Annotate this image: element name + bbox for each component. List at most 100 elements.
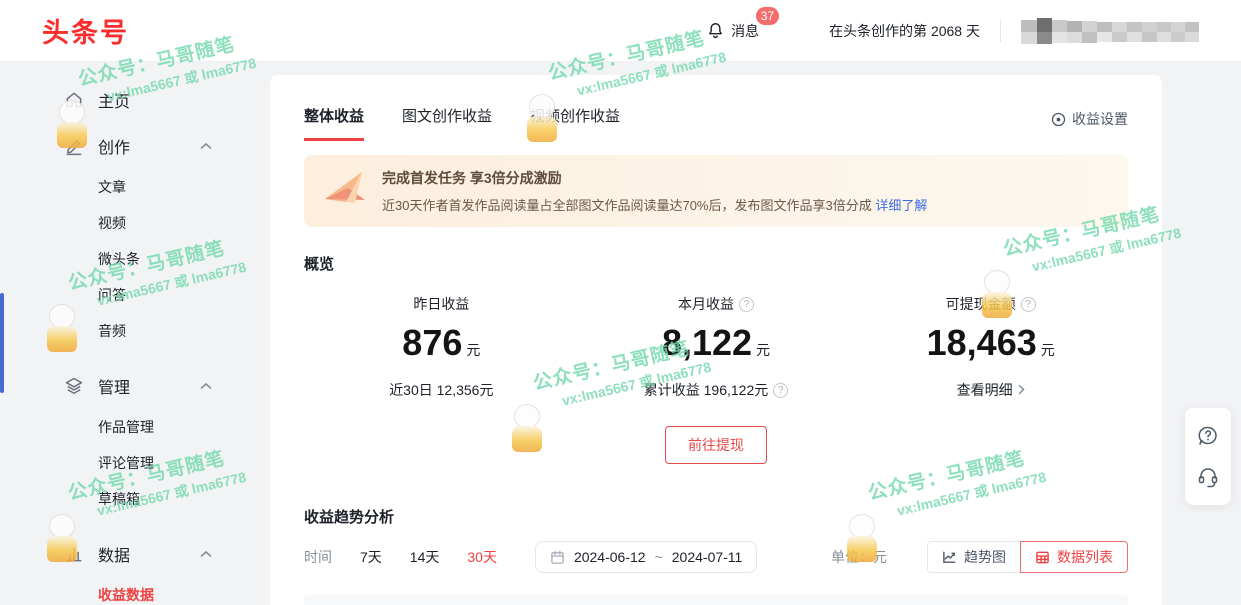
sidebar-income-data-label: 收益数据	[98, 585, 154, 605]
sidebar-home-label: 主页	[98, 88, 130, 112]
sidebar-item-manage[interactable]: 管理	[0, 363, 270, 409]
first-publish-banner: 完成首发任务 享3倍分成激励 近30天作者首发作品阅读量占全部图文作品阅读量达7…	[304, 155, 1128, 227]
range-14days[interactable]: 14天	[410, 547, 440, 567]
chevron-up-icon[interactable]	[200, 377, 212, 395]
home-icon	[64, 90, 84, 110]
creation-days-text: 在头条创作的第 2068 天	[829, 21, 980, 41]
sidebar-item-works[interactable]: 作品管理	[0, 409, 270, 445]
sidebar-item-comments[interactable]: 评论管理	[0, 445, 270, 481]
data-list-button[interactable]: 数据列表	[1020, 541, 1128, 573]
main-content-card: 整体收益 图文创作收益 视频创作收益 收益设置 完成首发任务 享3倍分成激励 近	[270, 75, 1162, 605]
page-root: 头条号 消息 37 在头条创作的第 2068 天	[0, 0, 1241, 605]
trend-chart-label: 趋势图	[964, 547, 1006, 567]
sidebar-create-label: 创作	[98, 134, 130, 158]
sidebar-item-income-data[interactable]: 收益数据	[0, 577, 270, 605]
sidebar-item-audio[interactable]: 音频	[0, 313, 270, 349]
stat-cumulative-sub: 累计收益 196,122元	[644, 380, 769, 400]
view-toggle: 趋势图 数据列表	[927, 541, 1128, 573]
range-7days[interactable]: 7天	[360, 547, 382, 567]
sidebar-item-drafts[interactable]: 草稿箱	[0, 481, 270, 517]
sidebar: 主页 创作 文章 视频 微头条 问答 音频 管理	[0, 63, 270, 605]
tab-overall-income[interactable]: 整体收益	[304, 105, 364, 141]
stat-yesterday-income: 昨日收益 876元 近30日 12,356元	[304, 294, 579, 400]
help-panel	[1185, 408, 1231, 505]
sidebar-item-data[interactable]: 数据	[0, 531, 270, 577]
income-tabs: 整体收益 图文创作收益 视频创作收益 收益设置	[304, 105, 1128, 141]
line-chart-icon	[942, 550, 957, 565]
bar-chart-icon	[64, 544, 84, 564]
bell-icon	[706, 21, 725, 40]
tab-article-income[interactable]: 图文创作收益	[402, 105, 492, 141]
stat-withdrawable-label: 可提现金额	[946, 294, 1016, 314]
settings-target-icon	[1051, 112, 1066, 127]
date-range-picker[interactable]: 2024-06-12 ~ 2024-07-11	[535, 541, 757, 573]
sidebar-item-weitoutiao[interactable]: 微头条	[0, 241, 270, 277]
banner-desc-text: 近30天作者首发作品阅读量占全部图文作品阅读量达70%后，发布图文作品享3倍分成	[382, 198, 872, 213]
header-right: 消息 37 在头条创作的第 2068 天	[706, 16, 1199, 46]
sidebar-qa-label: 问答	[98, 285, 126, 305]
trend-filter-row: 时间 7天 14天 30天 2024-06-12 ~ 2024-07-11 单位…	[304, 541, 1128, 573]
origami-icon	[322, 169, 368, 216]
help-question-icon[interactable]	[1196, 424, 1220, 448]
chevron-up-icon[interactable]	[200, 137, 212, 155]
view-detail-link[interactable]: 查看明细	[853, 380, 1128, 400]
calendar-icon	[550, 550, 565, 565]
sidebar-drafts-label: 草稿箱	[98, 489, 140, 509]
stat-yesterday-unit: 元	[466, 342, 480, 358]
stat-month-income: 本月收益 ? 8,122元 累计收益 196,122元 ?	[579, 294, 854, 400]
overview-title: 概览	[304, 253, 1128, 274]
stat-yesterday-value: 876	[402, 322, 462, 363]
help-circle-icon[interactable]: ?	[773, 383, 788, 398]
sidebar-data-label: 数据	[98, 542, 130, 566]
stat-month-value: 8,122	[662, 322, 752, 363]
stat-month-unit: 元	[756, 342, 770, 358]
sidebar-item-video[interactable]: 视频	[0, 205, 270, 241]
user-info-blurred[interactable]	[1021, 16, 1199, 46]
app-logo[interactable]: 头条号	[42, 11, 129, 50]
banner-title: 完成首发任务 享3倍分成激励	[382, 168, 1108, 188]
chevron-right-icon	[1018, 382, 1025, 398]
unit-label: 单位：元	[831, 547, 887, 567]
sidebar-comments-label: 评论管理	[98, 453, 154, 473]
pencil-icon	[64, 136, 84, 156]
overview-stats: 昨日收益 876元 近30日 12,356元 本月收益 ? 8,122元 累计收…	[304, 294, 1128, 400]
sidebar-weitoutiao-label: 微头条	[98, 249, 140, 269]
header-divider	[1000, 20, 1001, 42]
income-settings-button[interactable]: 收益设置	[1051, 109, 1128, 141]
data-list-label: 数据列表	[1057, 547, 1113, 567]
banner-detail-link[interactable]: 详细了解	[875, 198, 927, 213]
sidebar-article-label: 文章	[98, 177, 126, 197]
messages-button[interactable]: 消息 37	[706, 21, 759, 41]
date-start: 2024-06-12	[574, 549, 646, 565]
income-settings-label: 收益设置	[1072, 109, 1128, 129]
help-circle-icon[interactable]: ?	[1021, 297, 1036, 312]
help-circle-icon[interactable]: ?	[739, 297, 754, 312]
date-end: 2024-07-11	[672, 549, 743, 565]
table-icon	[1035, 550, 1050, 565]
banner-description: 近30天作者首发作品阅读量占全部图文作品阅读量达70%后，发布图文作品享3倍分成…	[382, 195, 1108, 214]
view-detail-label: 查看明细	[957, 380, 1013, 400]
sidebar-item-home[interactable]: 主页	[0, 77, 270, 123]
sidebar-item-qa[interactable]: 问答	[0, 277, 270, 313]
trend-chart-button[interactable]: 趋势图	[927, 541, 1021, 573]
sidebar-item-article[interactable]: 文章	[0, 169, 270, 205]
sidebar-manage-label: 管理	[98, 374, 130, 398]
tab-video-income[interactable]: 视频创作收益	[530, 105, 620, 141]
customer-service-headset-icon[interactable]	[1196, 465, 1220, 489]
stat-yesterday-sub: 近30日 12,356元	[389, 380, 493, 400]
sidebar-audio-label: 音频	[98, 321, 126, 341]
stat-withdrawable-value: 18,463	[927, 322, 1037, 363]
stat-month-label: 本月收益	[678, 294, 734, 314]
range-30days[interactable]: 30天	[467, 547, 497, 567]
withdraw-button[interactable]: 前往提现	[665, 426, 767, 464]
top-header: 头条号 消息 37 在头条创作的第 2068 天	[0, 0, 1241, 62]
chevron-up-icon[interactable]	[200, 545, 212, 563]
messages-label: 消息	[731, 21, 759, 41]
trend-table-header: 日期 总收益	[304, 595, 1128, 605]
notification-badge: 37	[756, 7, 779, 25]
layers-icon	[64, 376, 84, 396]
time-filter-label: 时间	[304, 547, 332, 567]
sidebar-item-create[interactable]: 创作	[0, 123, 270, 169]
stat-yesterday-label: 昨日收益	[413, 294, 469, 314]
stat-withdrawable: 可提现金额 ? 18,463元 查看明细	[853, 294, 1128, 400]
